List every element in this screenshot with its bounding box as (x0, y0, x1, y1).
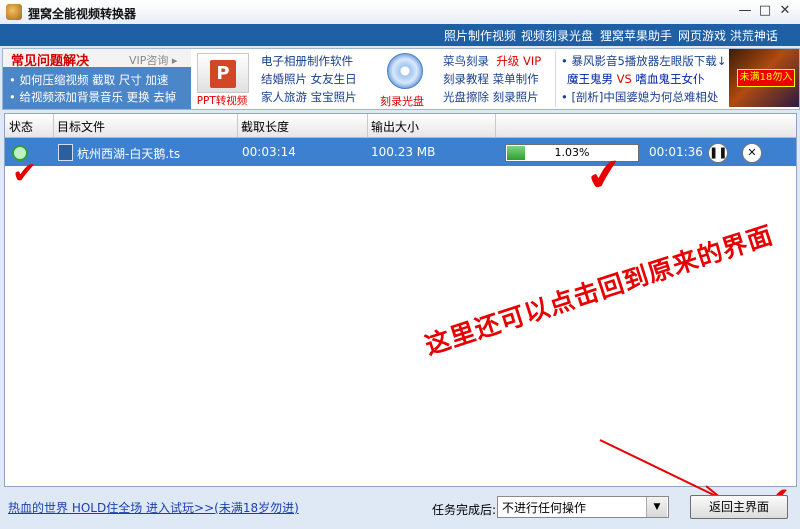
row-length: 00:03:14 (242, 145, 296, 159)
column-length[interactable]: 截取长度 (241, 118, 289, 135)
ppt-thumbnail: P (197, 53, 249, 93)
red-check-mark-status: ✔ (12, 156, 38, 191)
top-link-burn-disc[interactable]: 视频刻录光盘 (521, 27, 593, 44)
row-remaining-time: 00:01:36 (649, 145, 703, 159)
column-divider[interactable] (495, 114, 496, 137)
ad-link-article[interactable]: • [剖析]中国婆媳为何总难相处 (561, 89, 718, 105)
after-task-label: 任务完成后: (432, 503, 497, 517)
red-check-mark-progress: ✔ (582, 147, 627, 204)
chevron-down-icon[interactable]: ▼ (646, 497, 667, 517)
after-task-value: 不进行任何操作 (502, 501, 587, 515)
divider (555, 51, 556, 107)
maximize-button[interactable]: □ (756, 3, 774, 19)
faq-title: 常见问题解决 (11, 54, 90, 69)
back-to-main-button[interactable]: 返回主界面 (690, 495, 788, 519)
ad-text-vs: VS (616, 72, 632, 86)
ad-strip: 常见问题解决 VIP咨询 ▸ • 如何压缩视频 截取 尺寸 加速 • 给视频添加… (2, 48, 800, 110)
game-banner-ad[interactable]: 未满18勿入 (729, 49, 799, 107)
cancel-task-button[interactable]: ✕ (742, 143, 762, 163)
top-link-apple-helper[interactable]: 狸窝苹果助手 (600, 27, 672, 44)
upgrade-vip-link: 升级 VIP (496, 54, 542, 68)
title-bar: 狸窝全能视频转换器 — □ ✕ (0, 0, 800, 25)
column-target-file[interactable]: 目标文件 (57, 118, 105, 135)
row-size: 100.23 MB (371, 145, 436, 159)
column-divider[interactable] (53, 114, 54, 137)
ad-link-demon-game[interactable]: 魔王鬼男 VS 嗜血鬼王女仆 (567, 71, 704, 87)
ad-link-player-download[interactable]: • 暴风影音5播放器左眼版下载↓ (561, 53, 726, 69)
video-file-icon (58, 144, 73, 161)
minimize-button[interactable]: — (736, 3, 754, 19)
powerpoint-icon: P (210, 60, 236, 88)
faq-header: 常见问题解决 VIP咨询 ▸ (3, 49, 191, 69)
ad-link-burn-tutorial[interactable]: 刻录教程 菜单制作 (443, 71, 539, 87)
ad-link-wedding[interactable]: 结婚照片 女友生日 (261, 71, 357, 87)
ad-text-beginner: 菜鸟刻录 (443, 54, 489, 68)
faq-panel: 常见问题解决 VIP咨询 ▸ • 如何压缩视频 截取 尺寸 加速 • 给视频添加… (3, 49, 191, 109)
column-divider[interactable] (367, 114, 368, 137)
ppt-caption: PPT转视频 (196, 95, 248, 107)
column-output-size[interactable]: 输出大小 (371, 118, 419, 135)
table-row[interactable]: 杭州西湖-白天鹅.ts 00:03:14 100.23 MB 1.03% 00:… (5, 138, 796, 166)
disc-icon (387, 53, 423, 89)
task-table: 状态 目标文件 截取长度 输出大小 杭州西湖-白天鹅.ts 00:03:14 1… (4, 113, 797, 487)
table-header: 状态 目标文件 截取长度 输出大小 (5, 114, 796, 138)
pause-icon: ❚❚ (709, 146, 728, 159)
faq-row-compress[interactable]: • 如何压缩视频 截取 尺寸 加速 (9, 72, 168, 88)
ad-link-album[interactable]: 电子相册制作软件 (261, 53, 353, 69)
close-icon: ✕ (747, 146, 757, 159)
ad-text-maid: 嗜血鬼王女仆 (635, 72, 705, 86)
column-status[interactable]: 状态 (9, 118, 33, 135)
top-link-bar: 照片制作视频 视频刻录光盘 狸窝苹果助手 网页游戏 洪荒神话 (0, 24, 800, 46)
row-filename: 杭州西湖-白天鹅.ts (77, 147, 181, 161)
ppt-to-video-ad[interactable]: P PPT转视频 (193, 51, 251, 107)
ad-text-demon-man: 魔王鬼男 (567, 72, 613, 86)
close-button[interactable]: ✕ (776, 3, 794, 19)
top-link-web-game[interactable]: 网页游戏 洪荒神话 (678, 27, 778, 44)
pause-button[interactable]: ❚❚ (708, 143, 728, 163)
column-divider[interactable] (237, 114, 238, 137)
burn-disc-caption: 刻录光盘 (380, 95, 424, 108)
top-link-photo-video[interactable]: 照片制作视频 (444, 27, 516, 44)
faq-row-music[interactable]: • 给视频添加背景音乐 更换 去掉 (9, 89, 176, 105)
vip-consult-link[interactable]: VIP咨询 ▸ (129, 52, 177, 68)
ad-link-beginner-burn[interactable]: 菜鸟刻录 升级 VIP (443, 53, 541, 69)
after-task-select[interactable]: 不进行任何操作 ▼ (497, 496, 669, 518)
ad-link-disc-erase[interactable]: 光盘擦除 刻录照片 (443, 89, 539, 105)
window-title: 狸窝全能视频转换器 (28, 7, 137, 21)
ad-link-family[interactable]: 家人旅游 宝宝照片 (261, 89, 357, 105)
burn-disc-ad[interactable]: 刻录光盘 (373, 51, 431, 108)
game-promo-link[interactable]: 热血的世界 HOLD住全场 进入试玩>>(未满18岁勿进) (8, 499, 299, 516)
app-icon (6, 4, 22, 20)
age-warning-badge: 未满18勿入 (737, 69, 795, 87)
